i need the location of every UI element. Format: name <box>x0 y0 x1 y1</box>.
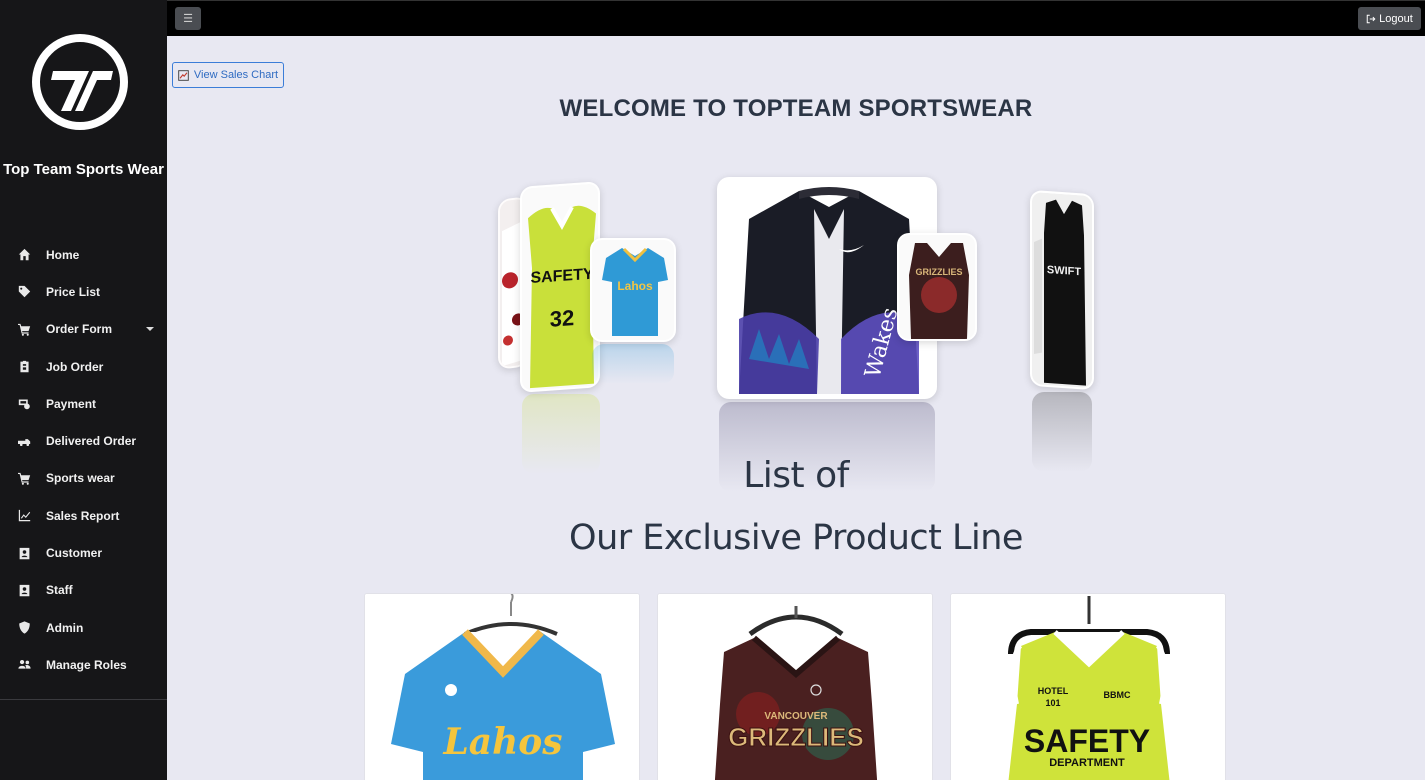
logout-button[interactable]: Logout <box>1358 7 1421 30</box>
menu-icon: ☰ <box>183 13 193 25</box>
product-card[interactable]: VANCOUVER GRIZZLIES <box>657 593 933 780</box>
sidebar-item-staff[interactable]: Staff <box>0 572 167 609</box>
carousel-reflection <box>592 344 674 384</box>
sidebar-item-payment[interactable]: Payment <box>0 385 167 422</box>
carousel-item[interactable]: SAFETY 32 <box>520 181 600 393</box>
sidebar-item-label: Order Form <box>46 322 113 337</box>
id-badge-icon <box>17 583 31 597</box>
svg-text:DEPARTMENT: DEPARTMENT <box>1049 757 1125 769</box>
tag-icon <box>17 285 31 299</box>
brand-logo[interactable] <box>31 33 129 131</box>
clipboard-icon <box>17 360 31 374</box>
section-heading-list-of: List of <box>743 455 849 496</box>
product-card[interactable]: Lahos <box>364 593 640 780</box>
sidebar-item-label: Staff <box>46 583 73 598</box>
sidebar-item-label: Price List <box>46 284 101 299</box>
product-carousel[interactable]: SAFETY 32 Lahos Wakes GRIZZLIES SWIFT <box>480 170 1120 500</box>
logout-icon <box>1366 14 1376 23</box>
cart-icon <box>17 322 31 336</box>
view-sales-chart-button[interactable]: View Sales Chart <box>172 62 284 88</box>
sidebar-item-label: Payment <box>46 396 97 411</box>
sidebar-divider <box>0 699 167 700</box>
svg-text:32: 32 <box>550 305 574 332</box>
svg-text:BBMC: BBMC <box>1104 690 1131 700</box>
svg-text:GRIZZLIES: GRIZZLIES <box>916 267 963 277</box>
sidebar-item-admin[interactable]: Admin <box>0 609 167 646</box>
sidebar-item-label: Sales Report <box>46 508 120 523</box>
sidebar-item-home[interactable]: Home <box>0 236 167 273</box>
carousel-item[interactable]: SWIFT <box>1030 189 1094 391</box>
sidebar-item-label: Job Order <box>46 359 104 374</box>
sidebar-item-label: Sports wear <box>46 471 115 486</box>
svg-text:HOTEL: HOTEL <box>1038 686 1069 696</box>
sidebar-item-price-list[interactable]: Price List <box>0 273 167 310</box>
welcome-title: WELCOME TO TOPTEAM SPORTSWEAR <box>559 95 1033 122</box>
home-icon <box>17 248 31 262</box>
brand-name: Top Team Sports Wear <box>3 161 164 178</box>
cart-icon <box>17 471 31 485</box>
shield-icon <box>17 621 31 635</box>
svg-text:VANCOUVER: VANCOUVER <box>764 711 828 722</box>
carousel-item[interactable]: Lahos <box>590 238 676 342</box>
top-navbar: ☰ Logout <box>167 0 1425 36</box>
view-sales-chart-label: View Sales Chart <box>193 69 279 81</box>
logout-label: Logout <box>1379 12 1413 25</box>
sidebar-item-label: Home <box>46 247 80 262</box>
sidebar-item-label: Admin <box>46 620 84 635</box>
svg-text:101: 101 <box>1045 698 1060 708</box>
sidebar-toggle-button[interactable]: ☰ <box>175 7 201 30</box>
carousel-item[interactable]: GRIZZLIES <box>897 233 977 341</box>
sidebar-item-sales-report[interactable]: Sales Report <box>0 497 167 534</box>
id-card-icon <box>17 546 31 560</box>
svg-text:Lahos: Lahos <box>617 279 653 293</box>
sidebar-item-label: Manage Roles <box>46 657 127 672</box>
product-image: VANCOUVER GRIZZLIES <box>658 594 932 780</box>
chart-line-icon <box>17 509 31 523</box>
section-heading-product-line: Our Exclusive Product Line <box>569 518 1023 558</box>
chart-icon <box>178 69 189 81</box>
product-card[interactable]: HOTEL 101 BBMC SAFETY DEPARTMENT <box>950 593 1226 780</box>
sidebar-item-label: Customer <box>46 546 103 561</box>
sidebar-item-customer[interactable]: Customer <box>0 534 167 571</box>
svg-text:SWIFT: SWIFT <box>1047 264 1081 278</box>
svg-text:GRIZZLIES: GRIZZLIES <box>728 722 864 752</box>
svg-text:Lahos: Lahos <box>442 721 562 763</box>
svg-text:SAFETY: SAFETY <box>1024 723 1150 759</box>
users-icon <box>17 658 31 672</box>
sidebar-item-order-form[interactable]: Order Form <box>0 311 167 348</box>
sidebar-item-sports-wear[interactable]: Sports wear <box>0 460 167 497</box>
truck-icon <box>17 434 31 448</box>
sidebar: Top Team Sports Wear Home Price List Ord… <box>0 0 167 780</box>
sidebar-item-delivered-order[interactable]: Delivered Order <box>0 422 167 459</box>
sidebar-nav: Home Price List Order Form Job Order Pay… <box>0 236 167 684</box>
sidebar-item-label: Delivered Order <box>46 434 137 449</box>
sidebar-item-manage-roles[interactable]: Manage Roles <box>0 646 167 683</box>
chevron-down-icon[interactable] <box>146 326 154 331</box>
product-image: HOTEL 101 BBMC SAFETY DEPARTMENT <box>951 594 1225 780</box>
sidebar-item-job-order[interactable]: Job Order <box>0 348 167 385</box>
product-image: Lahos <box>365 594 639 780</box>
money-icon <box>17 397 31 411</box>
